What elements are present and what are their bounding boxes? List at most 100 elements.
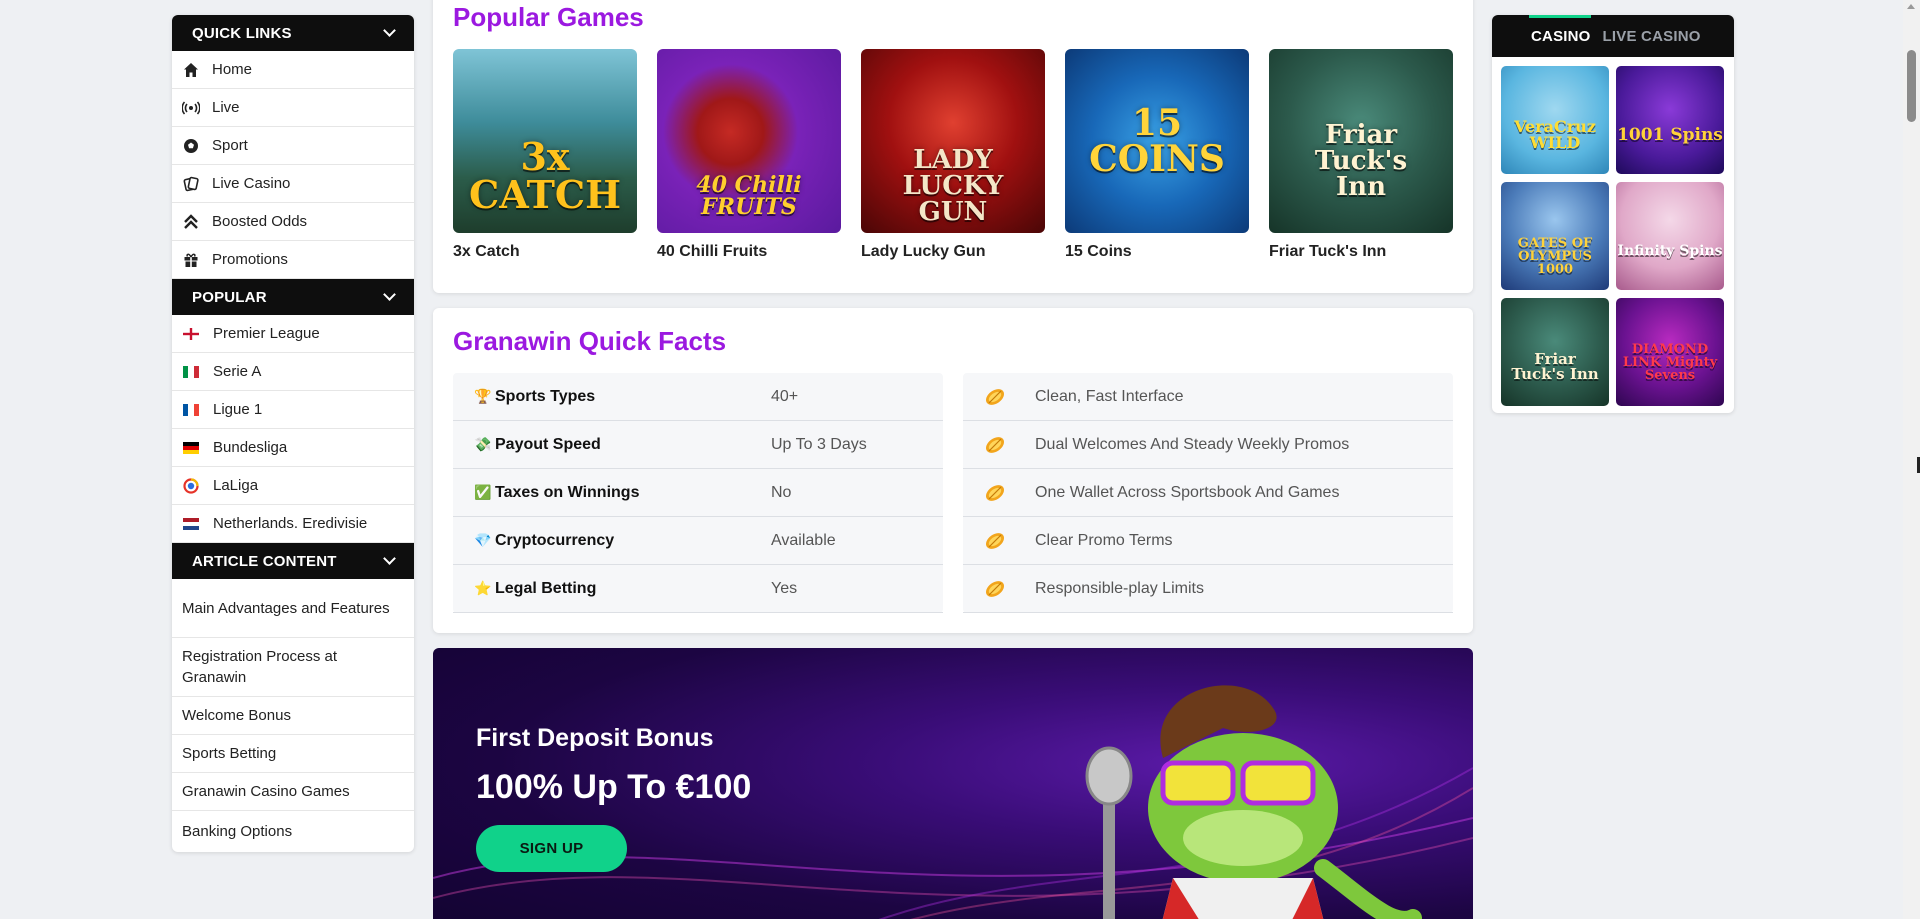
popular-games-title: Popular Games: [453, 2, 644, 32]
fact-value: Yes: [771, 579, 798, 597]
article-link-welcome-bonus[interactable]: Welcome Bonus: [172, 697, 414, 735]
casino-widget-tabs: CASINO LIVE CASINO: [1492, 15, 1734, 57]
fact-label: Taxes on Winnings: [495, 483, 640, 501]
home-icon: [182, 61, 200, 79]
scroll-up-arrow-icon[interactable]: [1907, 4, 1915, 9]
article-link-registration[interactable]: Registration Process at Granawin: [172, 638, 414, 697]
fact-value: Available: [771, 531, 836, 549]
netherlands-flag-icon: [183, 517, 199, 530]
tab-casino[interactable]: CASINO: [1531, 28, 1591, 45]
game-card-15-coins[interactable]: 15 COINS 15 Coins: [1065, 49, 1249, 261]
game-thumbnail[interactable]: 3x CATCH: [453, 49, 637, 233]
sidebar-item-premier-league[interactable]: Premier League: [172, 315, 414, 353]
widget-game-logo: VeraCruz WILD: [1514, 117, 1596, 152]
quick-links-header-label: QUICK LINKS: [192, 24, 292, 42]
casino-widget: CASINO LIVE CASINO VeraCruz WILD 1001 Sp…: [1492, 15, 1734, 413]
sidebar-item-live[interactable]: Live: [172, 89, 414, 127]
quick-links-header[interactable]: QUICK LINKS: [172, 15, 414, 51]
sidebar-item-label: Live: [212, 99, 240, 116]
quick-facts-title: Granawin Quick Facts: [453, 326, 727, 356]
popular-header[interactable]: POPULAR: [172, 279, 414, 315]
sidebar-item-label: Bundesliga: [213, 439, 288, 456]
fact-label: Payout Speed: [495, 435, 601, 453]
article-link-banking-options[interactable]: Banking Options: [172, 811, 414, 852]
scrollbar-thumb[interactable]: [1907, 50, 1916, 122]
sidebar-item-bundesliga[interactable]: Bundesliga: [172, 429, 414, 467]
fact-label: Cryptocurrency: [495, 531, 615, 549]
casino-widget-grid: VeraCruz WILD 1001 Spins GATES OF OLYMPU…: [1501, 66, 1724, 406]
banner-subtitle: First Deposit Bonus: [476, 724, 714, 752]
game-thumbnail[interactable]: Friar Tuck's Inn: [1269, 49, 1453, 233]
game-title[interactable]: Lady Lucky Gun: [861, 243, 1045, 261]
game-card-lady-lucky-gun[interactable]: LADY LUCKY GUN Lady Lucky Gun: [861, 49, 1045, 261]
tab-live-casino[interactable]: LIVE CASINO: [1603, 28, 1701, 45]
sidebar-item-eredivisie[interactable]: Netherlands. Eredivisie: [172, 505, 414, 543]
germany-flag-icon: [183, 441, 199, 454]
star-icon: ⭐: [474, 580, 492, 596]
feature-row: Dual Welcomes And Steady Weekly Promos: [963, 421, 1453, 469]
article-content-header[interactable]: ARTICLE CONTENT: [172, 543, 414, 579]
game-thumbnail[interactable]: 40 Chilli FRUITS: [657, 49, 841, 233]
game-logo-text: Friar Tuck's Inn: [1314, 120, 1408, 202]
widget-game-veracruz[interactable]: VeraCruz WILD: [1501, 66, 1609, 174]
sidebar-item-boosted-odds[interactable]: Boosted Odds: [172, 203, 414, 241]
game-logo-text: LADY LUCKY GUN: [902, 145, 1004, 227]
widget-game-gates-of-olympus[interactable]: GATES OF OLYMPUS 1000: [1501, 182, 1609, 290]
sidebar-item-laliga[interactable]: LaLiga: [172, 467, 414, 505]
chevron-down-icon: [383, 24, 396, 37]
money-icon: 💸: [474, 436, 492, 452]
england-flag-icon: [183, 327, 199, 340]
broadcast-icon: [182, 99, 200, 117]
widget-game-1001-spins[interactable]: 1001 Spins: [1616, 66, 1724, 174]
popular-header-label: POPULAR: [192, 288, 267, 306]
sidebar-item-sport[interactable]: Sport: [172, 127, 414, 165]
game-logo-text: 3x CATCH: [468, 134, 622, 217]
feature-row: Responsible-play Limits: [963, 565, 1453, 613]
sidebar-item-ligue-1[interactable]: Ligue 1: [172, 391, 414, 429]
feature-text: Clean, Fast Interface: [1035, 387, 1184, 405]
feature-text: Dual Welcomes And Steady Weekly Promos: [1035, 435, 1350, 453]
game-card-40-chilli-fruits[interactable]: 40 Chilli FRUITS 40 Chilli Fruits: [657, 49, 841, 261]
article-content-header-label: ARTICLE CONTENT: [192, 552, 337, 570]
fact-row: 💎 Cryptocurrency Available: [453, 517, 943, 565]
fact-label: Sports Types: [495, 387, 596, 405]
widget-game-friar-tucks-inn[interactable]: Friar Tuck's Inn: [1501, 298, 1609, 406]
game-title[interactable]: 3x Catch: [453, 243, 637, 261]
sidebar-item-serie-a[interactable]: Serie A: [172, 353, 414, 391]
game-card-3x-catch[interactable]: 3x CATCH 3x Catch: [453, 49, 637, 261]
sidebar-item-promotions[interactable]: Promotions: [172, 241, 414, 279]
sidebar-item-label: Premier League: [213, 325, 320, 342]
game-card-friar-tucks-inn[interactable]: Friar Tuck's Inn Friar Tuck's Inn: [1269, 49, 1453, 261]
feature-text: Clear Promo Terms: [1035, 531, 1173, 549]
banner-headline: 100% Up To €100: [476, 768, 752, 806]
widget-game-logo: 1001 Spins: [1617, 124, 1723, 145]
sidebar-item-label: Ligue 1: [213, 401, 263, 418]
fact-row: ✅ Taxes on Winnings No: [453, 469, 943, 517]
game-title[interactable]: 15 Coins: [1065, 243, 1249, 261]
feature-row: Clear Promo Terms: [963, 517, 1453, 565]
sidebar-item-label: Serie A: [213, 363, 262, 380]
sign-up-button[interactable]: SIGN UP: [476, 825, 627, 872]
game-thumbnail[interactable]: LADY LUCKY GUN: [861, 49, 1045, 233]
laliga-logo-icon: [183, 477, 199, 494]
widget-game-logo: GATES OF OLYMPUS 1000: [1517, 235, 1593, 277]
coin-icon: [985, 532, 1005, 549]
fact-label: Legal Betting: [495, 579, 597, 597]
coin-icon: [985, 436, 1005, 453]
article-link-casino-games[interactable]: Granawin Casino Games: [172, 773, 414, 811]
widget-game-diamond-link[interactable]: DIAMOND LINK Mighty Sevens: [1616, 298, 1724, 406]
feature-text: One Wallet Across Sportsbook And Games: [1035, 483, 1340, 501]
article-link-main-advantages[interactable]: Main Advantages and Features: [172, 579, 414, 638]
chevron-down-icon: [383, 552, 396, 565]
sidebar-item-home[interactable]: Home: [172, 51, 414, 89]
widget-game-infinity-spins[interactable]: Infinity Spins: [1616, 182, 1724, 290]
sidebar-item-live-casino[interactable]: Live Casino: [172, 165, 414, 203]
game-title[interactable]: 40 Chilli Fruits: [657, 243, 841, 261]
sidebar-item-label: Sport: [212, 137, 248, 154]
feature-row: One Wallet Across Sportsbook And Games: [963, 469, 1453, 517]
article-link-sports-betting[interactable]: Sports Betting: [172, 735, 414, 773]
game-title[interactable]: Friar Tuck's Inn: [1269, 243, 1453, 261]
game-thumbnail[interactable]: 15 COINS: [1065, 49, 1249, 233]
sidebar-item-label: Netherlands. Eredivisie: [213, 515, 368, 532]
cards-icon: [182, 175, 200, 193]
